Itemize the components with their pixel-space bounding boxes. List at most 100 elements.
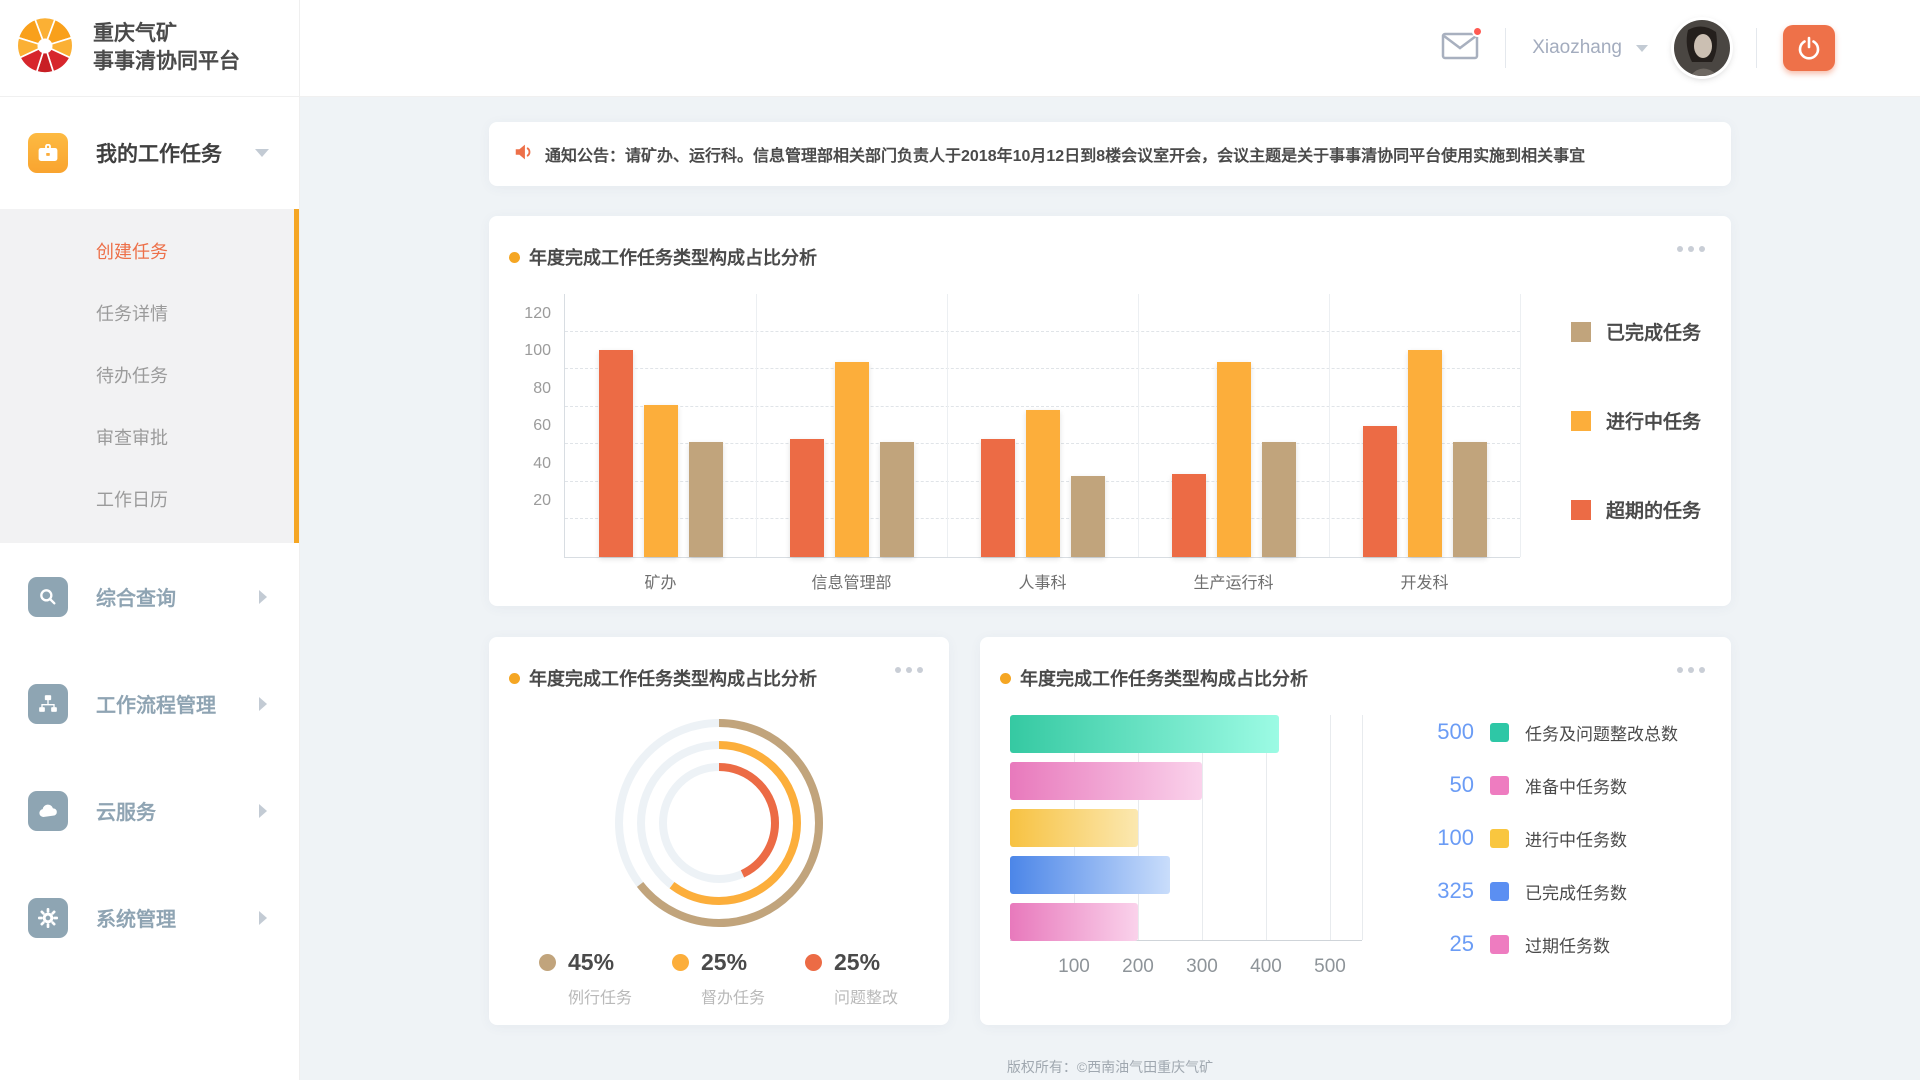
bar-group: 信息管理部 [756, 294, 947, 557]
category-label: 信息管理部 [756, 569, 947, 593]
gridline [1330, 715, 1331, 940]
legend-item: 50准备中任务数 [1410, 774, 1678, 796]
bar-进行中任务 [1217, 362, 1251, 557]
x-tick-label: 200 [1122, 956, 1154, 978]
sidebar-item-task-detail[interactable]: 任务详情 [0, 283, 299, 345]
donut-stat: 25% 问题整改 [805, 949, 938, 1008]
chevron-right-icon [259, 590, 267, 604]
legend-item: 325已完成任务数 [1410, 880, 1678, 902]
gridline [1362, 715, 1363, 940]
hbar-进行中任务数 [1010, 809, 1138, 847]
avatar[interactable] [1674, 20, 1730, 76]
category-label: 人事科 [947, 569, 1138, 593]
bar-超期的任务 [790, 439, 824, 557]
sitemap-icon [28, 684, 68, 724]
y-tick-label: 60 [533, 417, 551, 435]
sidebar-item-work-calendar[interactable]: 工作日历 [0, 469, 299, 531]
title-dot-icon [1000, 673, 1011, 684]
more-options-icon[interactable] [1677, 246, 1705, 252]
y-tick-label: 80 [533, 380, 551, 398]
logout-power-button[interactable] [1783, 25, 1835, 71]
stat-percent: 25% [701, 949, 747, 976]
legend-dot-icon [805, 954, 822, 971]
donut-stats: 45%例行任务25%督办任务25%问题整改 [489, 949, 949, 1008]
bar-进行中任务 [835, 362, 869, 557]
sidebar-item-review-approve[interactable]: 审查审批 [0, 407, 299, 469]
hbar-legend: 500任务及问题整改总数 50准备中任务数 100 进行中任务数 325已完成任务数 25… [1410, 721, 1678, 955]
legend-item: 500任务及问题整改总数 [1410, 721, 1678, 743]
bar-已完成任务 [1453, 442, 1487, 557]
legend-label: 进行中任务数 [1525, 826, 1627, 851]
legend-swatch [1571, 322, 1591, 342]
sidebar-item-label: 云服务 [96, 796, 259, 825]
x-tick-label: 400 [1250, 956, 1282, 978]
y-tick-label: 20 [533, 492, 551, 510]
bar-已完成任务 [689, 442, 723, 557]
y-tick-label: 100 [524, 342, 551, 360]
notice-text: 通知公告：请矿办、运行科。信息管理部相关部门负责人于2018年10月12日到8楼… [545, 142, 1585, 166]
legend-swatch [1490, 882, 1509, 901]
copyright-footer: 版权所有：©西南油气田重庆气矿 [489, 1057, 1731, 1077]
sidebar: 重庆气矿 事事清协同平台 我的工作任务 创建任务 任务详情 待办任务 审查审批 … [0, 0, 300, 1080]
card-title: 年度完成工作任务类型构成占比分析 [1020, 665, 1308, 691]
bar-超期的任务 [981, 439, 1015, 557]
sidebar-item-my-tasks[interactable]: 我的工作任务 [0, 97, 299, 209]
legend-value: 500 [1410, 719, 1474, 745]
legend-swatch [1490, 935, 1509, 954]
main-area: 通知公告：请矿办、运行科。信息管理部相关部门负责人于2018年10月12日到8楼… [300, 97, 1920, 1080]
company-logo-icon [15, 16, 75, 81]
hbar-card: 年度完成工作任务类型构成占比分析 100200300400500 500任务及问… [980, 637, 1731, 1025]
sidebar-item-workflow[interactable]: 工作流程管理 [0, 650, 299, 757]
gear-icon [28, 898, 68, 938]
username-label: Xiaozhang [1532, 37, 1622, 59]
legend-dot-icon [672, 954, 689, 971]
grouped-bar-card: 年度完成工作任务类型构成占比分析 20406080100120矿办信息管理部人事… [489, 216, 1731, 606]
legend-label: 过期任务数 [1525, 932, 1610, 957]
sidebar-item-todo-tasks[interactable]: 待办任务 [0, 345, 299, 407]
header-divider [1505, 28, 1506, 68]
top-header: Xiaozhang [300, 0, 1920, 97]
bar-进行中任务 [644, 405, 678, 557]
stat-percent: 45% [568, 949, 614, 976]
hbar-plot: 100200300400500 [1010, 715, 1362, 941]
sidebar-item-label: 综合查询 [96, 582, 259, 611]
donut-card: 年度完成工作任务类型构成占比分析 45%例行任务25%督办任务25%问题整改 [489, 637, 949, 1025]
legend-swatch [1490, 829, 1509, 848]
search-icon [28, 577, 68, 617]
notification-dot [1472, 26, 1483, 37]
bar-group: 矿办 [565, 294, 756, 557]
stat-label: 问题整改 [834, 984, 938, 1008]
hbar-任务及问题整改总数 [1010, 715, 1279, 753]
sidebar-item-label: 工作流程管理 [96, 689, 259, 718]
x-tick-label: 300 [1186, 956, 1218, 978]
legend-value: 25 [1410, 931, 1474, 957]
mail-icon[interactable] [1441, 31, 1479, 66]
stat-percent: 25% [834, 949, 880, 976]
donut-stat: 25%督办任务 [672, 949, 805, 1008]
header-divider [1756, 28, 1757, 68]
stat-label: 例行任务 [568, 984, 672, 1008]
more-options-icon[interactable] [895, 667, 923, 673]
sidebar-item-system[interactable]: 系统管理 [0, 864, 299, 971]
category-label: 矿办 [565, 569, 756, 593]
briefcase-icon [28, 133, 68, 173]
announcement-speaker-icon [513, 141, 535, 168]
app-title: 重庆气矿 事事清协同平台 [93, 20, 240, 76]
donut-stat: 45% 例行任务 [539, 949, 672, 1008]
hbar-已完成任务数 [1010, 856, 1170, 894]
cloud-icon [28, 791, 68, 831]
donut-chart [599, 703, 839, 943]
sidebar-item-label: 系统管理 [96, 903, 259, 932]
legend-value: 100 [1410, 825, 1474, 851]
sidebar-item-create-task[interactable]: 创建任务 [0, 221, 299, 283]
app-logo-block: 重庆气矿 事事清协同平台 [0, 0, 299, 97]
sidebar-item-query[interactable]: 综合查询 [0, 543, 299, 650]
more-options-icon[interactable] [1677, 667, 1705, 673]
user-menu[interactable]: Xiaozhang [1532, 37, 1648, 59]
legend-item: 25 过期任务数 [1410, 933, 1678, 955]
card-title: 年度完成工作任务类型构成占比分析 [529, 665, 817, 691]
legend-value: 50 [1410, 772, 1474, 798]
x-tick-label: 100 [1058, 956, 1090, 978]
chevron-right-icon [259, 697, 267, 711]
sidebar-item-cloud[interactable]: 云服务 [0, 757, 299, 864]
